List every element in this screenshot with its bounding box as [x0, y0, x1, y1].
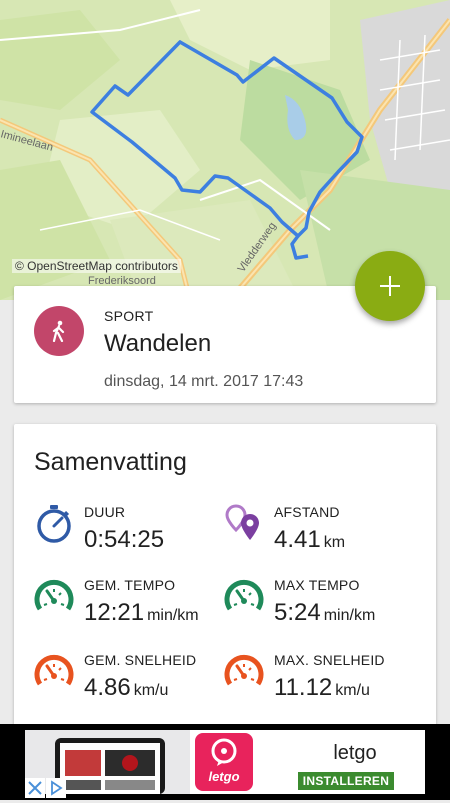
ad-content[interactable]: letgo letgo INSTALLEREN: [25, 730, 425, 794]
stat-duration: DUUR 0:54:25: [34, 504, 234, 564]
gauge-icon: [224, 579, 264, 611]
stopwatch-icon: [37, 505, 71, 543]
avg-pace-value: 12:21 min/km: [84, 599, 199, 626]
max-pace-label: MAX TEMPO: [274, 577, 360, 593]
avg-pace-label: GEM. TEMPO: [84, 577, 176, 593]
ad-banner[interactable]: letgo letgo INSTALLEREN: [0, 724, 450, 800]
close-ad-icon: [28, 781, 42, 795]
ad-logo-text: letgo: [208, 769, 240, 784]
sport-label: SPORT: [104, 308, 154, 324]
ad-brand-name: letgo: [333, 742, 377, 764]
avg-pace-unit: min/km: [147, 607, 199, 624]
distance-label: AFSTAND: [274, 504, 340, 520]
max-pace-value: 5:24 min/km: [274, 599, 376, 626]
gauge-icon: [34, 579, 74, 611]
stat-avg-speed: GEM. SNELHEID 4.86 km/u: [34, 652, 234, 712]
distance-value: 4.41 km: [274, 526, 346, 553]
stat-distance: AFSTAND 4.41 km: [224, 504, 424, 564]
plus-icon: [380, 276, 400, 296]
sport-avatar: [34, 306, 84, 356]
summary-title: Samenvatting: [34, 448, 187, 476]
add-button[interactable]: [355, 251, 425, 321]
ad-info-icon[interactable]: [46, 778, 66, 798]
gauge-icon: [34, 654, 74, 686]
stat-max-speed: MAX. SNELHEID 11.12 km/u: [224, 652, 424, 712]
duration-value: 0:54:25: [84, 526, 165, 553]
stat-max-pace: MAX TEMPO 5:24 min/km: [224, 577, 424, 637]
max-speed-unit: km/u: [335, 682, 370, 699]
max-speed-value: 11.12 km/u: [274, 674, 370, 701]
install-button[interactable]: INSTALLEREN: [298, 772, 394, 790]
max-speed-label: MAX. SNELHEID: [274, 652, 385, 668]
chat-bubble-icon: [211, 738, 237, 766]
summary-card: Samenvatting DUUR 0:54:25 AFSTAND 4.41 km…: [14, 424, 436, 734]
ad-choices-icon[interactable]: [25, 778, 45, 798]
sport-name: Wandelen: [104, 330, 212, 357]
max-pace-unit: min/km: [323, 607, 376, 624]
avg-speed-label: GEM. SNELHEID: [84, 652, 197, 668]
distance-unit: km: [323, 534, 346, 551]
gauge-icon: [224, 654, 264, 686]
activity-date: dinsdag, 14 mrt. 2017 17:43: [104, 373, 304, 390]
avg-speed-value: 4.86 km/u: [84, 674, 169, 701]
duration-label: DUUR: [84, 504, 126, 520]
play-triangle-icon: [51, 780, 63, 796]
stat-avg-pace: GEM. TEMPO 12:21 min/km: [34, 577, 234, 637]
avg-speed-unit: km/u: [133, 682, 169, 699]
letgo-logo: letgo: [195, 733, 253, 791]
map-pins-icon: [225, 504, 259, 540]
map-attribution[interactable]: © OpenStreetMap contributors: [12, 259, 181, 273]
walking-person-icon: [52, 320, 65, 342]
